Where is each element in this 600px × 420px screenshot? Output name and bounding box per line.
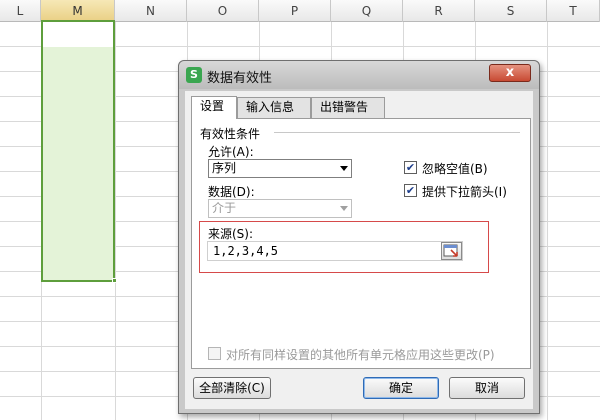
- column-header-t[interactable]: T: [547, 0, 600, 22]
- active-cell[interactable]: [43, 22, 113, 47]
- apply-all-label: 对所有同样设置的其他所有单元格应用这些更改(P): [226, 348, 495, 362]
- column-header-s[interactable]: S: [475, 0, 547, 22]
- apply-all-checkbox: [208, 347, 221, 360]
- data-select: 介于: [208, 199, 352, 218]
- ignore-blank-label: 忽略空值(B): [422, 162, 488, 176]
- in-cell-dropdown-label: 提供下拉箭头(I): [422, 185, 507, 199]
- tab-input-message[interactable]: 输入信息: [237, 97, 311, 118]
- allow-select-value: 序列: [212, 161, 237, 175]
- cancel-button[interactable]: 取消: [449, 377, 525, 399]
- data-validation-dialog: S 数据有效性 x 设置 输入信息 出错警告 有效性条件 允许(A): 序列 数…: [178, 60, 540, 414]
- in-cell-dropdown-checkbox[interactable]: ✔: [404, 184, 417, 197]
- wps-spreadsheet-icon: S: [186, 67, 202, 83]
- allow-label: 允许(A):: [208, 145, 254, 159]
- ok-button[interactable]: 确定: [363, 377, 439, 399]
- group-divider: [274, 132, 520, 133]
- data-label: 数据(D):: [208, 185, 255, 199]
- range-select-button[interactable]: [441, 242, 462, 260]
- tab-error-alert[interactable]: 出错警告: [311, 97, 385, 118]
- dialog-titlebar[interactable]: S 数据有效性 x: [179, 61, 539, 89]
- dialog-title: 数据有效性: [207, 71, 273, 86]
- clear-all-button[interactable]: 全部清除(C): [193, 377, 271, 399]
- column-header-o[interactable]: O: [187, 0, 259, 22]
- ignore-blank-checkbox[interactable]: ✔: [404, 161, 417, 174]
- column-header-l[interactable]: L: [0, 0, 41, 22]
- dropdown-arrow-icon: [340, 206, 348, 211]
- tab-settings[interactable]: 设置: [191, 96, 237, 119]
- source-input[interactable]: 1,2,3,4,5: [207, 241, 463, 261]
- close-button[interactable]: x: [489, 64, 531, 82]
- column-header-r[interactable]: R: [403, 0, 475, 22]
- column-header-n[interactable]: N: [115, 0, 187, 22]
- dropdown-arrow-icon: [340, 166, 348, 171]
- allow-select[interactable]: 序列: [208, 159, 352, 178]
- criteria-group-label: 有效性条件: [200, 127, 261, 141]
- fill-handle[interactable]: [112, 278, 117, 283]
- selected-range[interactable]: [41, 20, 115, 282]
- column-header-q[interactable]: Q: [331, 0, 403, 22]
- column-header-row: L M N O P Q R S T: [0, 0, 600, 22]
- data-select-value: 介于: [212, 201, 237, 215]
- column-header-m[interactable]: M: [41, 0, 115, 22]
- column-header-p[interactable]: P: [259, 0, 331, 22]
- collapse-range-icon: [443, 244, 458, 257]
